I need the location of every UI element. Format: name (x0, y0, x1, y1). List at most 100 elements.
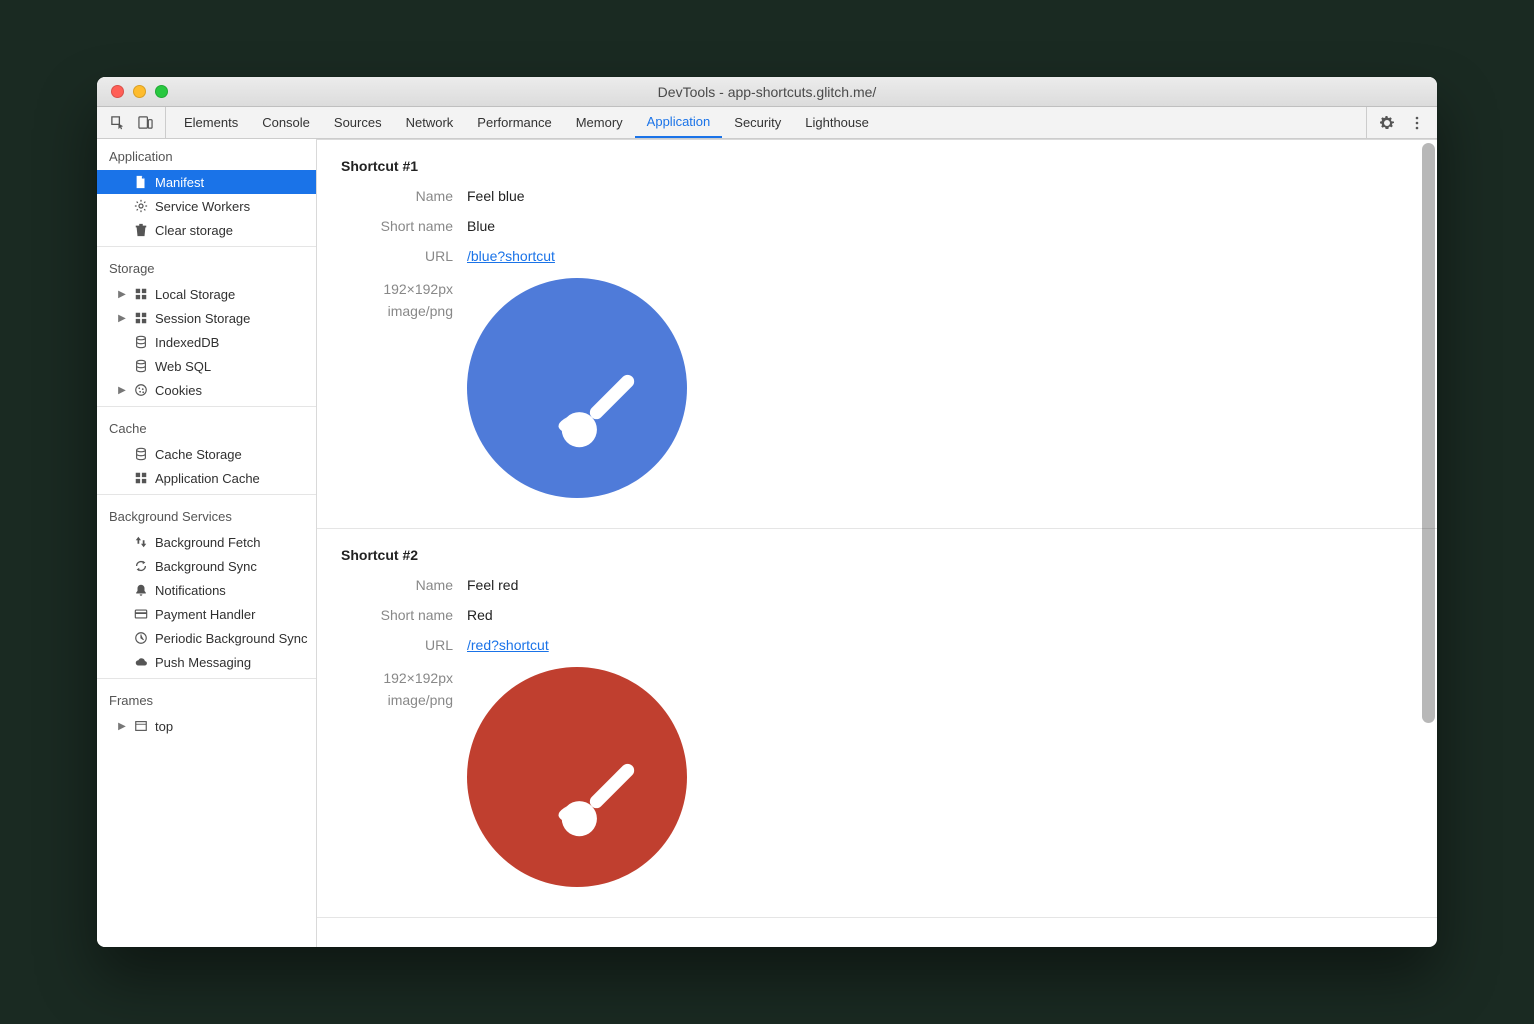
settings-gear-icon[interactable] (1379, 115, 1395, 131)
field-label: Short name (341, 607, 467, 623)
body: Application Manifest Service Workers Clear … (97, 139, 1437, 947)
icon-meta: 192×192pximage/png (341, 667, 467, 887)
sidebar-group-cache: Cache (97, 411, 316, 442)
sidebar-item-label: Periodic Background Sync (155, 631, 307, 646)
panel-tabbar: ElementsConsoleSourcesNetworkPerformance… (97, 107, 1437, 139)
tab-lighthouse[interactable]: Lighthouse (793, 107, 881, 138)
bell-icon (133, 582, 149, 598)
grid-icon (133, 470, 149, 486)
sidebar-group-frames: Frames (97, 683, 316, 714)
sidebar-item-label: Session Storage (155, 311, 250, 326)
sidebar-item-local-storage[interactable]: ▶ Local Storage (97, 282, 316, 306)
sidebar-item-cache-storage[interactable]: Cache Storage (97, 442, 316, 466)
db-icon (133, 334, 149, 350)
sidebar-item-label: Cookies (155, 383, 202, 398)
expand-arrow-icon[interactable]: ▶ (117, 289, 127, 300)
window-title: DevTools - app-shortcuts.glitch.me/ (97, 84, 1437, 100)
sidebar-item-periodic-background-sync[interactable]: Periodic Background Sync (97, 626, 316, 650)
expand-arrow-icon[interactable]: ▶ (117, 313, 127, 324)
shortcut-block-1: Shortcut #1 NameFeel blue Short nameBlue… (317, 140, 1437, 529)
tab-sources[interactable]: Sources (322, 107, 394, 138)
tab-application[interactable]: Application (635, 107, 723, 138)
shortcut-url-link[interactable]: /blue?shortcut (467, 248, 555, 264)
grid-icon (133, 310, 149, 326)
sidebar-item-manifest[interactable]: Manifest (97, 170, 316, 194)
sidebar-item-label: IndexedDB (155, 335, 219, 350)
shortcut-heading: Shortcut #1 (341, 158, 1413, 174)
field-label: Name (341, 577, 467, 593)
field-label: URL (341, 248, 467, 264)
shortcut-short-name: Red (467, 607, 493, 623)
shortcut-url-link[interactable]: /red?shortcut (467, 637, 549, 653)
expand-arrow-icon[interactable]: ▶ (117, 721, 127, 732)
sidebar-item-service-workers[interactable]: Service Workers (97, 194, 316, 218)
sidebar-item-label: Cache Storage (155, 447, 242, 462)
sidebar-item-background-fetch[interactable]: Background Fetch (97, 530, 316, 554)
frame-icon (133, 718, 149, 734)
sidebar-item-label: top (155, 719, 173, 734)
sidebar-item-label: Manifest (155, 175, 204, 190)
devtools-window: DevTools - app-shortcuts.glitch.me/ Elem… (97, 77, 1437, 947)
tab-performance[interactable]: Performance (465, 107, 563, 138)
shortcut-icon-preview (467, 667, 687, 887)
tab-network[interactable]: Network (394, 107, 466, 138)
titlebar: DevTools - app-shortcuts.glitch.me/ (97, 77, 1437, 107)
brush-icon (467, 667, 687, 887)
sidebar-item-label: Local Storage (155, 287, 235, 302)
sidebar-item-label: Clear storage (155, 223, 233, 238)
expand-arrow-icon[interactable]: ▶ (117, 385, 127, 396)
sidebar-group-background-services: Background Services (97, 499, 316, 530)
sidebar-item-cookies[interactable]: ▶ Cookies (97, 378, 316, 402)
sidebar-item-label: Background Fetch (155, 535, 261, 550)
cloud-icon (133, 654, 149, 670)
scrollbar-thumb[interactable] (1422, 143, 1435, 723)
sidebar-item-payment-handler[interactable]: Payment Handler (97, 602, 316, 626)
trash-icon (133, 222, 149, 238)
sidebar-item-application-cache[interactable]: Application Cache (97, 466, 316, 490)
sidebar-group-application: Application (97, 139, 316, 170)
application-sidebar: Application Manifest Service Workers Clear … (97, 139, 317, 947)
zoom-window-button[interactable] (155, 85, 168, 98)
db-icon (133, 446, 149, 462)
sidebar-group-storage: Storage (97, 251, 316, 282)
tab-security[interactable]: Security (722, 107, 793, 138)
sidebar-item-label: Web SQL (155, 359, 211, 374)
shortcut-short-name: Blue (467, 218, 495, 234)
shortcut-icon-preview (467, 278, 687, 498)
updown-icon (133, 534, 149, 550)
sidebar-item-web-sql[interactable]: Web SQL (97, 354, 316, 378)
tab-console[interactable]: Console (250, 107, 322, 138)
sidebar-item-indexeddb[interactable]: IndexedDB (97, 330, 316, 354)
sidebar-item-label: Payment Handler (155, 607, 255, 622)
inspect-element-icon[interactable] (109, 115, 125, 131)
sidebar-item-notifications[interactable]: Notifications (97, 578, 316, 602)
sync-icon (133, 558, 149, 574)
sidebar-item-label: Background Sync (155, 559, 257, 574)
field-label: Short name (341, 218, 467, 234)
tab-memory[interactable]: Memory (564, 107, 635, 138)
card-icon (133, 606, 149, 622)
sidebar-item-background-sync[interactable]: Background Sync (97, 554, 316, 578)
more-menu-icon[interactable] (1409, 115, 1425, 131)
sidebar-item-top[interactable]: ▶ top (97, 714, 316, 738)
clock-icon (133, 630, 149, 646)
manifest-pane: Shortcut #1 NameFeel blue Short nameBlue… (317, 139, 1437, 947)
shortcut-name: Feel red (467, 577, 518, 593)
shortcut-heading: Shortcut #2 (341, 547, 1413, 563)
traffic-lights (111, 85, 168, 98)
sidebar-item-label: Push Messaging (155, 655, 251, 670)
field-label: Name (341, 188, 467, 204)
shortcut-name: Feel blue (467, 188, 525, 204)
field-label: URL (341, 637, 467, 653)
close-window-button[interactable] (111, 85, 124, 98)
sidebar-item-clear-storage[interactable]: Clear storage (97, 218, 316, 242)
sidebar-item-label: Service Workers (155, 199, 250, 214)
sidebar-item-push-messaging[interactable]: Push Messaging (97, 650, 316, 674)
icon-meta: 192×192pximage/png (341, 278, 467, 498)
sidebar-item-session-storage[interactable]: ▶ Session Storage (97, 306, 316, 330)
tab-elements[interactable]: Elements (172, 107, 250, 138)
file-icon (133, 174, 149, 190)
gear-icon (133, 198, 149, 214)
minimize-window-button[interactable] (133, 85, 146, 98)
device-toolbar-icon[interactable] (137, 115, 153, 131)
